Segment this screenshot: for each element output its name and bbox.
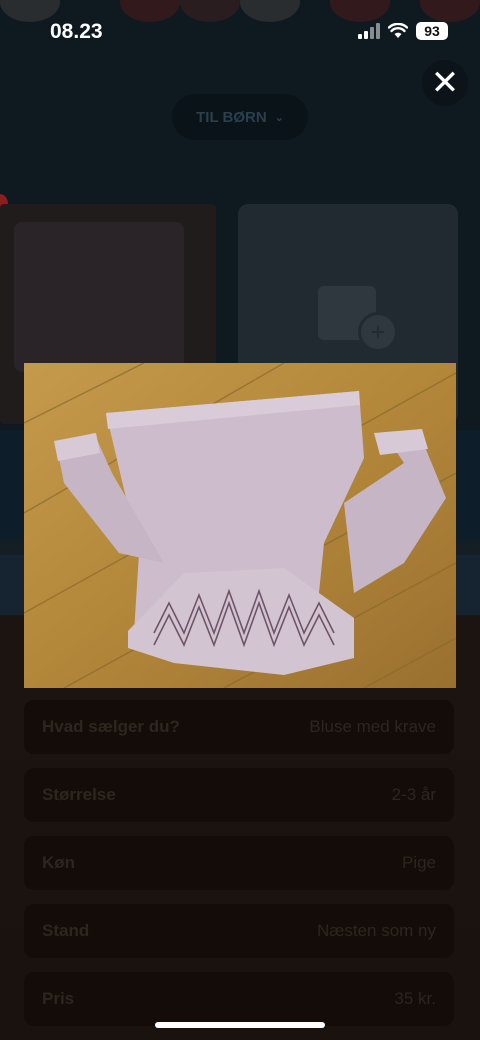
- listing-form: Hvad sælger du? Bluse med krave Størrelse…: [24, 700, 454, 1040]
- row-value: Bluse med krave: [309, 717, 436, 736]
- row-label: Hvad sælger du?: [42, 717, 180, 736]
- close-icon: ✕: [430, 64, 460, 102]
- status-bar: 08.23 93: [0, 0, 480, 64]
- row-value: 2-3 år: [391, 785, 436, 804]
- enlarged-photo: [24, 363, 456, 688]
- category-label: TIL BØRN: [196, 108, 267, 126]
- form-row-gender[interactable]: Køn Pige: [24, 836, 454, 890]
- form-row-size[interactable]: Størrelse 2-3 år: [24, 768, 454, 822]
- form-row-price[interactable]: Pris 35 kr.: [24, 972, 454, 1026]
- row-label: Størrelse: [42, 785, 116, 804]
- home-indicator[interactable]: [155, 1022, 325, 1028]
- row-label: Pris: [42, 989, 75, 1008]
- form-row-condition[interactable]: Stand Næsten som ny: [24, 904, 454, 958]
- row-label: Stand: [42, 921, 90, 940]
- add-icon: +: [358, 312, 398, 352]
- row-value: Pige: [401, 853, 436, 872]
- wifi-icon: [388, 23, 408, 38]
- battery-indicator: 93: [416, 22, 448, 40]
- form-row-item[interactable]: Hvad sælger du? Bluse med krave: [24, 700, 454, 754]
- row-label: Køn: [42, 853, 76, 872]
- category-dropdown[interactable]: TIL BØRN ⌄: [172, 94, 308, 140]
- row-value: 35 kr.: [394, 989, 436, 1008]
- status-time: 08.23: [50, 20, 103, 43]
- chevron-down-icon: ⌄: [274, 111, 284, 124]
- row-value: Næsten som ny: [316, 921, 436, 940]
- close-button[interactable]: ✕: [422, 60, 468, 106]
- signal-icon: [358, 23, 380, 39]
